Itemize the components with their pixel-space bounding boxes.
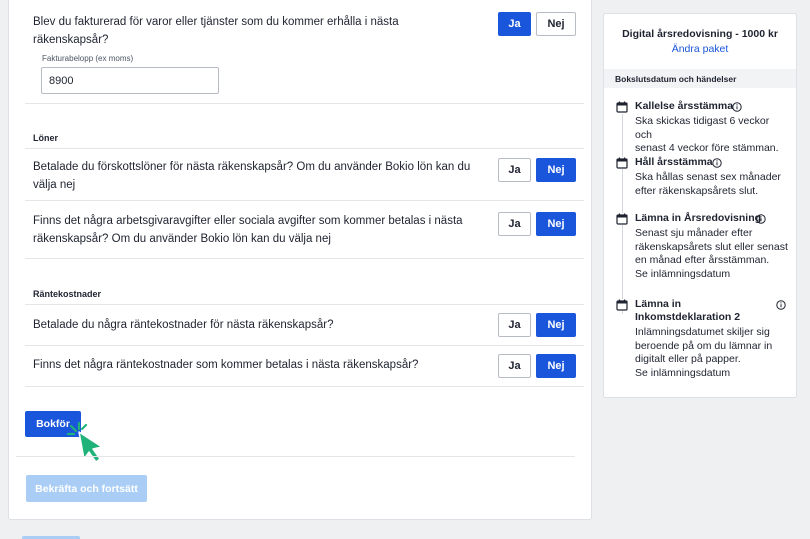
info-icon[interactable] [732, 102, 742, 112]
question-row-interest-paid: Betalade du några räntekostnader för näs… [25, 304, 584, 346]
change-plan-link[interactable]: Ändra paket [604, 43, 796, 55]
section-title-interest: Räntekostnader [33, 289, 102, 299]
sidebar-card: Digital årsredovisning - 1000 kr Ändra p… [603, 13, 797, 398]
info-icon[interactable] [756, 214, 766, 224]
event-item: Lämna in Årsredovisning Senast sju månad… [616, 212, 788, 287]
event-title: Lämna in Inkomstdeklaration 2 [635, 298, 741, 323]
divider [16, 456, 575, 457]
question-text: Betalade du några räntekostnader för näs… [33, 319, 334, 331]
no-button[interactable]: Nej [536, 158, 576, 182]
yes-button[interactable]: Ja [498, 313, 531, 337]
click-cursor-icon [66, 421, 103, 463]
calendar-icon [616, 101, 628, 113]
event-description: Inlämningsdatumet skiljer sig beroende p… [635, 326, 773, 381]
no-button[interactable]: Nej [536, 212, 576, 236]
calendar-icon [616, 213, 628, 225]
info-icon[interactable] [776, 300, 786, 310]
event-item: Kallelse årsstämma Ska skickas tidigast … [616, 100, 788, 154]
yes-button[interactable]: Ja [498, 212, 531, 236]
question-text: Betalade du förskottslöner för nästa räk… [33, 161, 471, 191]
event-description: Ska hållas senast sex månader efter räke… [635, 171, 781, 197]
confirm-continue-button[interactable]: Bekräfta och fortsätt [26, 475, 147, 502]
question-text: Finns det några arbetsgivaravgifter elle… [33, 215, 463, 245]
event-description: Ska skickas tidigast 6 veckor och senast… [635, 115, 779, 154]
no-button[interactable]: Nej [536, 12, 576, 36]
calendar-icon [616, 299, 628, 311]
event-item: Lämna in Inkomstdeklaration 2 Inlämnings… [616, 298, 788, 388]
event-description: Senast sju månader efter räkenskapsårets… [635, 227, 788, 282]
yes-button[interactable]: Ja [498, 12, 531, 36]
info-icon[interactable] [712, 158, 722, 168]
yes-button[interactable]: Ja [498, 354, 531, 378]
yes-button[interactable]: Ja [498, 158, 531, 182]
question-text: Blev du fakturerad för varor eller tjäns… [33, 16, 399, 46]
invoice-amount-label: Fakturabelopp (ex moms) [42, 54, 134, 63]
calendar-icon [616, 157, 628, 169]
event-title: Kallelse årsstämma [635, 100, 734, 112]
submission-date-link[interactable]: Se inlämningsdatum [635, 268, 788, 282]
section-title-salaries: Löner [33, 133, 59, 143]
invoice-amount-input[interactable]: 8900 [41, 67, 219, 94]
plan-title: Digital årsredovisning - 1000 kr [622, 28, 778, 40]
question-row-interest-future: Finns det några räntekostnader som komme… [25, 346, 584, 387]
event-title: Håll årsstämma [635, 156, 713, 168]
no-button[interactable]: Nej [536, 313, 576, 337]
event-title: Lämna in Årsredovisning [635, 212, 762, 224]
question-row-advance-salaries: Betalade du förskottslöner för nästa räk… [25, 148, 584, 201]
submission-date-link[interactable]: Se inlämningsdatum [635, 367, 772, 381]
question-row-employer-fees: Finns det några arbetsgivaravgifter elle… [25, 201, 584, 259]
no-button[interactable]: Nej [536, 354, 576, 378]
event-item: Håll årsstämma Ska hållas senast sex mån… [616, 156, 788, 201]
events-header: Bokslutsdatum och händelser [604, 69, 796, 88]
question-text: Finns det några räntekostnader som komme… [33, 359, 419, 371]
